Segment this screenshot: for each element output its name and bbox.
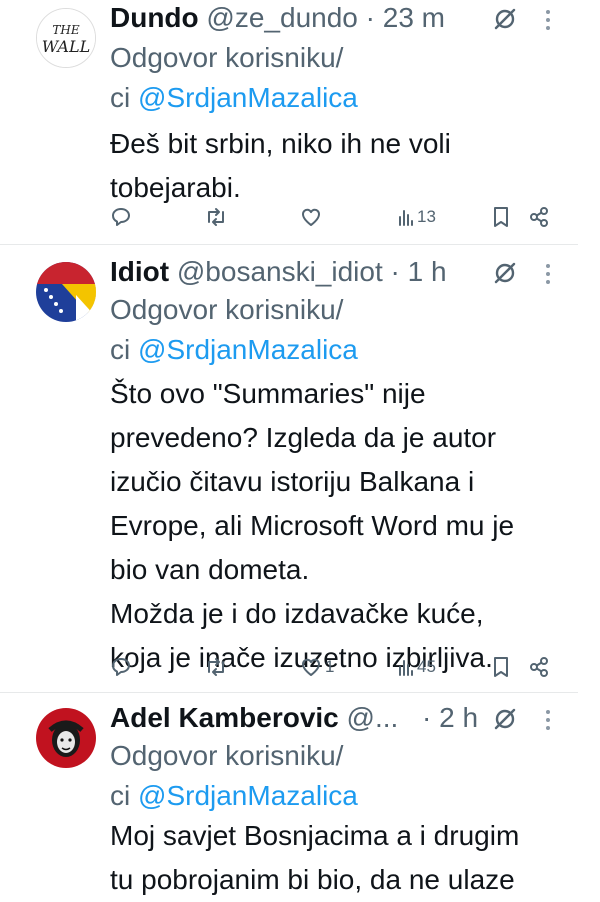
- retweet-button[interactable]: [204, 202, 228, 232]
- replying-to-label-cont: ci: [110, 780, 131, 811]
- tweet[interactable]: THE WALL Dundo @ze_dundo · 23 m Odgovor …: [0, 0, 600, 244]
- mention-link[interactable]: @SrdjanMazalica: [138, 334, 358, 365]
- tweet-text: Što ovo "Summaries" nije prevedeno? Izgl…: [110, 378, 515, 673]
- display-name[interactable]: Adel Kamberovic: [110, 702, 339, 733]
- grok-icon[interactable]: [492, 706, 518, 732]
- tweet-divider: [0, 244, 578, 245]
- replying-to-label-cont: ci: [110, 334, 131, 365]
- share-icon: [530, 207, 548, 227]
- retweet-button[interactable]: [204, 652, 228, 682]
- grok-icon[interactable]: [492, 260, 518, 286]
- replying-to: Odgovor korisniku/ ci @SrdjanMazalica: [110, 736, 358, 816]
- like-button[interactable]: 1: [300, 652, 334, 682]
- mention-link[interactable]: @SrdjanMazalica: [138, 82, 358, 113]
- tweet[interactable]: Idiot @bosanski_idiot · 1 h Odgovor kori…: [0, 254, 600, 690]
- tweet-header-time: · 2 h: [422, 700, 478, 736]
- views-icon: [399, 210, 413, 226]
- bookmark-icon: [494, 207, 508, 227]
- svg-text:WALL: WALL: [42, 37, 90, 56]
- replying-to: Odgovor korisniku/ ci @SrdjanMazalica: [110, 38, 358, 118]
- like-button[interactable]: [300, 202, 325, 232]
- mention-link[interactable]: @SrdjanMazalica: [138, 780, 358, 811]
- tweet-text: Đeš bit srbin, niko ih ne voli tobejarab…: [110, 128, 451, 203]
- tweet-actions: 1 45: [110, 652, 570, 682]
- views-button[interactable]: 45: [398, 652, 436, 682]
- user-handle[interactable]: @ze_dundo: [206, 2, 357, 33]
- like-count: 1: [325, 657, 335, 676]
- replying-to-label: Odgovor korisniku/: [110, 42, 344, 73]
- replying-to: Odgovor korisniku/ ci @SrdjanMazalica: [110, 290, 358, 370]
- display-name[interactable]: Dundo: [110, 2, 199, 33]
- more-options-icon[interactable]: [544, 262, 552, 286]
- share-button[interactable]: [528, 202, 550, 232]
- bookmark-icon: [494, 657, 508, 677]
- avatar[interactable]: [36, 708, 96, 768]
- tweet[interactable]: Adel Kamberovic @... · 2 h Odgovor koris…: [0, 700, 600, 900]
- bookmark-button[interactable]: [492, 652, 510, 682]
- replying-to-label: Odgovor korisniku/: [110, 740, 344, 771]
- separator-dot: ·: [422, 702, 432, 733]
- retweet-icon: [208, 658, 224, 676]
- user-handle[interactable]: @bosanski_idiot: [177, 256, 383, 287]
- bookmark-button[interactable]: [492, 202, 510, 232]
- tweet-header: Idiot @bosanski_idiot · 1 h: [110, 254, 447, 290]
- tweet-text: Moj savjet Bosnjacima a i drugim tu pobr…: [110, 820, 520, 895]
- tweet-divider: [0, 692, 578, 693]
- red-portrait-icon: [36, 708, 96, 768]
- view-count: 13: [417, 207, 436, 226]
- display-name[interactable]: Idiot: [110, 256, 169, 287]
- retweet-icon: [208, 208, 224, 226]
- more-options-icon[interactable]: [544, 708, 552, 732]
- views-icon: [399, 660, 413, 676]
- the-wall-logo-icon: THE WALL: [37, 9, 95, 67]
- heart-icon: [302, 658, 320, 676]
- reply-icon: [112, 658, 130, 676]
- timestamp[interactable]: 23 m: [383, 2, 445, 33]
- replying-to-label-cont: ci: [110, 82, 131, 113]
- reply-button[interactable]: [110, 202, 132, 232]
- tweet-header: Adel Kamberovic @...: [110, 700, 398, 736]
- heart-icon: [302, 208, 320, 226]
- separator-dot: ·: [365, 2, 375, 33]
- bosnia-flag-icon: [36, 262, 96, 322]
- tweet-header: Dundo @ze_dundo · 23 m: [110, 0, 445, 36]
- timestamp[interactable]: 2 h: [439, 702, 478, 733]
- separator-dot: ·: [390, 256, 400, 287]
- avatar[interactable]: THE WALL: [36, 8, 96, 68]
- grok-icon[interactable]: [492, 6, 518, 32]
- share-icon: [530, 657, 548, 677]
- views-button[interactable]: 13: [398, 202, 436, 232]
- svg-text:THE: THE: [52, 23, 79, 37]
- tweet-actions: 13: [110, 202, 570, 232]
- share-button[interactable]: [528, 652, 550, 682]
- timestamp[interactable]: 1 h: [408, 256, 447, 287]
- replying-to-label: Odgovor korisniku/: [110, 294, 344, 325]
- reply-button[interactable]: [110, 652, 132, 682]
- view-count: 45: [417, 657, 436, 676]
- avatar[interactable]: [36, 262, 96, 322]
- reply-icon: [112, 208, 130, 226]
- more-options-icon[interactable]: [544, 8, 552, 32]
- user-handle[interactable]: @...: [347, 702, 399, 733]
